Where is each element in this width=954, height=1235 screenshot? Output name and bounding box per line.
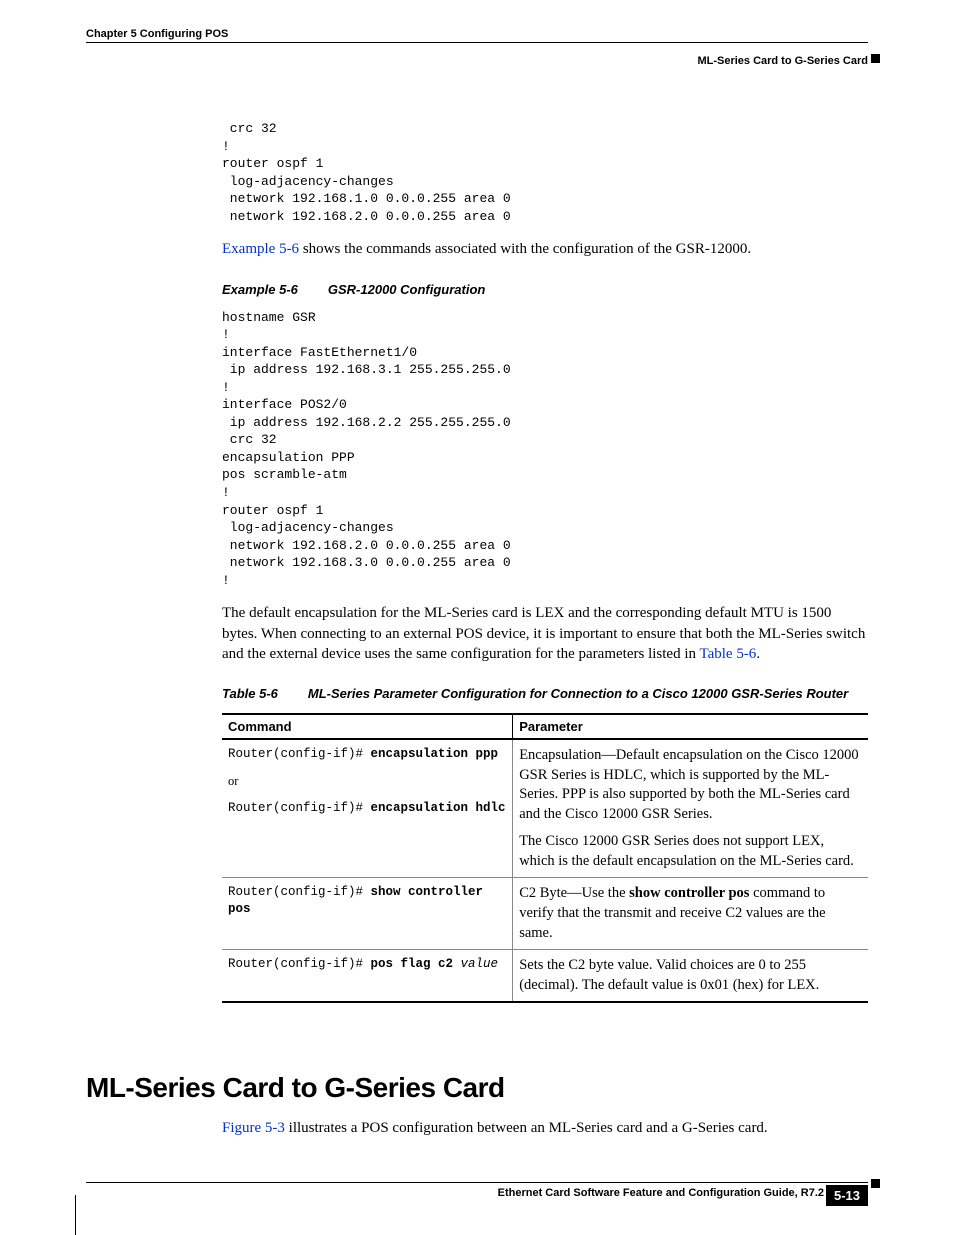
main-content: crc 32 ! router ospf 1 log-adjacency-cha…: [222, 120, 868, 1003]
running-header-right: ML-Series Card to G-Series Card: [697, 55, 868, 67]
running-header-left: Chapter 5 Configuring POS: [86, 28, 228, 40]
section-body: Figure 5-3 illustrates a POS configurati…: [222, 1118, 868, 1156]
paragraph-2: The default encapsulation for the ML-Ser…: [222, 603, 868, 664]
table-row: Router(config-if)# show controller pos C…: [222, 878, 868, 950]
table-header-command: Command: [222, 714, 513, 739]
example-caption-label: Example 5-6: [222, 282, 298, 297]
paragraph-3-rest: illustrates a POS configuration between …: [285, 1120, 768, 1136]
parameter-cell-1: Encapsulation—Default encapsulation on t…: [513, 739, 868, 878]
config-code-block-1: crc 32 ! router ospf 1 log-adjacency-cha…: [222, 120, 868, 225]
example-caption-text: GSR-12000 Configuration: [328, 282, 485, 297]
example-5-6-link[interactable]: Example 5-6: [222, 241, 299, 257]
paragraph-2-end: .: [756, 646, 760, 662]
footer-guide-title: Ethernet Card Software Feature and Confi…: [498, 1187, 824, 1199]
header-rule: [86, 42, 868, 43]
config-code-block-2: hostname GSR ! interface FastEthernet1/0…: [222, 309, 868, 590]
paragraph-1-rest: shows the commands associated with the c…: [299, 241, 751, 257]
header-marker-icon: [871, 54, 880, 63]
left-margin-rule: [75, 1195, 76, 1235]
parameter-table: Command Parameter Router(config-if)# enc…: [222, 713, 868, 1003]
table-caption-text: ML-Series Parameter Configuration for Co…: [308, 686, 848, 701]
table-row: Router(config-if)# encapsulation ppp or …: [222, 739, 868, 878]
section-heading: ML-Series Card to G-Series Card: [86, 1072, 505, 1104]
table-header-parameter: Parameter: [513, 714, 868, 739]
table-caption-label: Table 5-6: [222, 686, 278, 701]
command-cell-1: Router(config-if)# encapsulation ppp or …: [222, 739, 513, 878]
command-cell-3: Router(config-if)# pos flag c2 value: [222, 950, 513, 1003]
parameter-cell-3: Sets the C2 byte value. Valid choices ar…: [513, 950, 868, 1003]
figure-5-3-link[interactable]: Figure 5-3: [222, 1120, 285, 1136]
parameter-cell-2: C2 Byte—Use the show controller pos comm…: [513, 878, 868, 950]
table-row: Router(config-if)# pos flag c2 value Set…: [222, 950, 868, 1003]
footer-rule: [86, 1182, 868, 1183]
command-cell-2: Router(config-if)# show controller pos: [222, 878, 513, 950]
paragraph-2-text: The default encapsulation for the ML-Ser…: [222, 605, 865, 662]
table-caption: Table 5-6 ML-Series Parameter Configurat…: [222, 686, 868, 701]
page-number: 5-13: [826, 1185, 868, 1206]
footer-marker-icon: [871, 1179, 880, 1188]
example-caption: Example 5-6 GSR-12000 Configuration: [222, 282, 868, 297]
paragraph-3: Figure 5-3 illustrates a POS configurati…: [222, 1118, 868, 1138]
paragraph-1: Example 5-6 shows the commands associate…: [222, 239, 868, 259]
table-5-6-link[interactable]: Table 5-6: [699, 646, 756, 662]
